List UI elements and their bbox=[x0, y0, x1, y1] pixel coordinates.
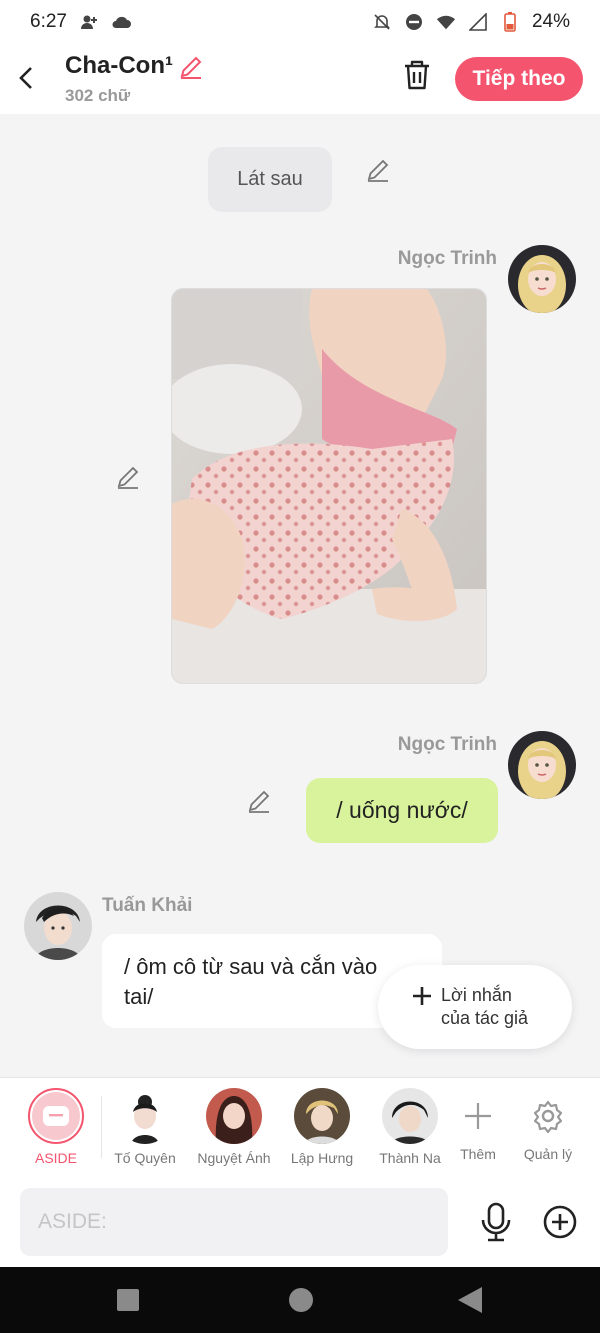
plus-circle-icon bbox=[543, 1205, 577, 1239]
divider bbox=[101, 1096, 102, 1158]
character-aside[interactable]: ASIDE bbox=[16, 1086, 96, 1166]
pencil-icon bbox=[367, 159, 389, 182]
battery-percent: 24% bbox=[531, 11, 570, 32]
pencil-icon bbox=[180, 56, 202, 79]
image-message[interactable] bbox=[171, 288, 487, 684]
plus-icon bbox=[413, 987, 431, 1005]
wifi-icon bbox=[436, 12, 456, 32]
avatar[interactable] bbox=[508, 245, 576, 313]
system-nav-bar bbox=[0, 1267, 600, 1333]
person-add-icon bbox=[79, 12, 99, 32]
microphone-icon bbox=[481, 1202, 511, 1242]
avatar bbox=[206, 1088, 262, 1144]
edit-message-button[interactable] bbox=[115, 464, 141, 490]
character-label: Tố Quyên bbox=[114, 1150, 176, 1166]
dnd-icon bbox=[404, 12, 424, 32]
pencil-icon bbox=[117, 466, 139, 489]
author-note-button[interactable]: Lời nhắn của tác giả bbox=[378, 965, 572, 1049]
sender-name: Ngọc Trinh bbox=[397, 734, 497, 755]
gear-icon bbox=[533, 1100, 563, 1133]
delete-button[interactable] bbox=[400, 58, 434, 92]
page-title: Cha-Con¹ bbox=[65, 52, 173, 79]
message-line: tai/ bbox=[124, 984, 154, 1009]
back-arrow-icon bbox=[19, 67, 32, 89]
character-label: ASIDE bbox=[34, 1150, 77, 1166]
message-line: / ôm cô từ sau và cắn vào bbox=[124, 954, 378, 979]
character-label: Lập Hưng bbox=[290, 1150, 354, 1166]
aside-chat-icon bbox=[32, 1092, 80, 1140]
plus-icon bbox=[465, 1103, 491, 1129]
character-label: Thêm bbox=[460, 1146, 496, 1162]
pencil-icon bbox=[248, 790, 270, 813]
chat-area[interactable]: Lát sau Ngọc Trinh Ngọc Trinh / uống nướ… bbox=[0, 114, 600, 1077]
status-bar: 6:27 24% bbox=[0, 0, 600, 44]
narration-bubble[interactable]: Lát sau bbox=[208, 147, 332, 212]
edit-message-button[interactable] bbox=[365, 157, 391, 183]
battery-icon bbox=[500, 12, 520, 32]
plus-icon-wrap bbox=[450, 1088, 506, 1144]
character-lap-hung[interactable]: Lập Hưng bbox=[282, 1086, 362, 1166]
signal-icon bbox=[468, 12, 488, 32]
sender-name: Ngọc Trinh bbox=[397, 248, 497, 269]
gear-icon-wrap bbox=[520, 1088, 576, 1144]
avatar bbox=[294, 1088, 350, 1144]
edit-message-button[interactable] bbox=[246, 788, 272, 814]
back-button[interactable] bbox=[12, 58, 40, 98]
character-nguyet-anh[interactable]: Nguyệt Ánh bbox=[194, 1086, 274, 1166]
message-input[interactable] bbox=[20, 1188, 448, 1256]
clock: 6:27 bbox=[30, 11, 67, 32]
avatar[interactable] bbox=[508, 731, 576, 799]
sender-name: Tuấn Khải bbox=[102, 895, 193, 916]
avatar[interactable] bbox=[24, 892, 92, 960]
character-bar: ASIDE Tố Quyên Nguyệt Ánh Lập Hưng Thành… bbox=[0, 1077, 600, 1179]
avatar bbox=[382, 1088, 438, 1144]
avatar bbox=[117, 1088, 173, 1144]
word-count: 302 chữ bbox=[65, 86, 131, 105]
home-icon[interactable] bbox=[289, 1288, 313, 1312]
recents-icon[interactable] bbox=[117, 1289, 139, 1311]
add-character-button[interactable]: Thêm bbox=[438, 1086, 518, 1162]
edit-title-button[interactable] bbox=[178, 54, 204, 80]
manage-button[interactable]: Quản lý bbox=[508, 1086, 588, 1162]
input-bar bbox=[0, 1178, 600, 1267]
character-label: Nguyệt Ánh bbox=[197, 1150, 271, 1166]
author-note-label: của tác giả bbox=[441, 1008, 529, 1028]
cloud-icon bbox=[111, 12, 131, 32]
message-bubble[interactable]: / uống nước/ bbox=[306, 778, 498, 843]
voice-input-button[interactable] bbox=[478, 1202, 514, 1242]
add-button[interactable] bbox=[542, 1204, 578, 1240]
back-triangle-icon[interactable] bbox=[458, 1287, 482, 1313]
mute-icon bbox=[372, 12, 392, 32]
next-button[interactable]: Tiếp theo bbox=[455, 57, 583, 101]
trash-icon bbox=[405, 60, 429, 90]
header: Cha-Con¹ 302 chữ Tiếp theo bbox=[0, 44, 600, 114]
author-note-label: Lời nhắn bbox=[441, 985, 512, 1005]
character-to-quyen[interactable]: Tố Quyên bbox=[105, 1086, 185, 1166]
aside-avatar bbox=[28, 1088, 84, 1144]
character-label: Quản lý bbox=[523, 1146, 573, 1162]
